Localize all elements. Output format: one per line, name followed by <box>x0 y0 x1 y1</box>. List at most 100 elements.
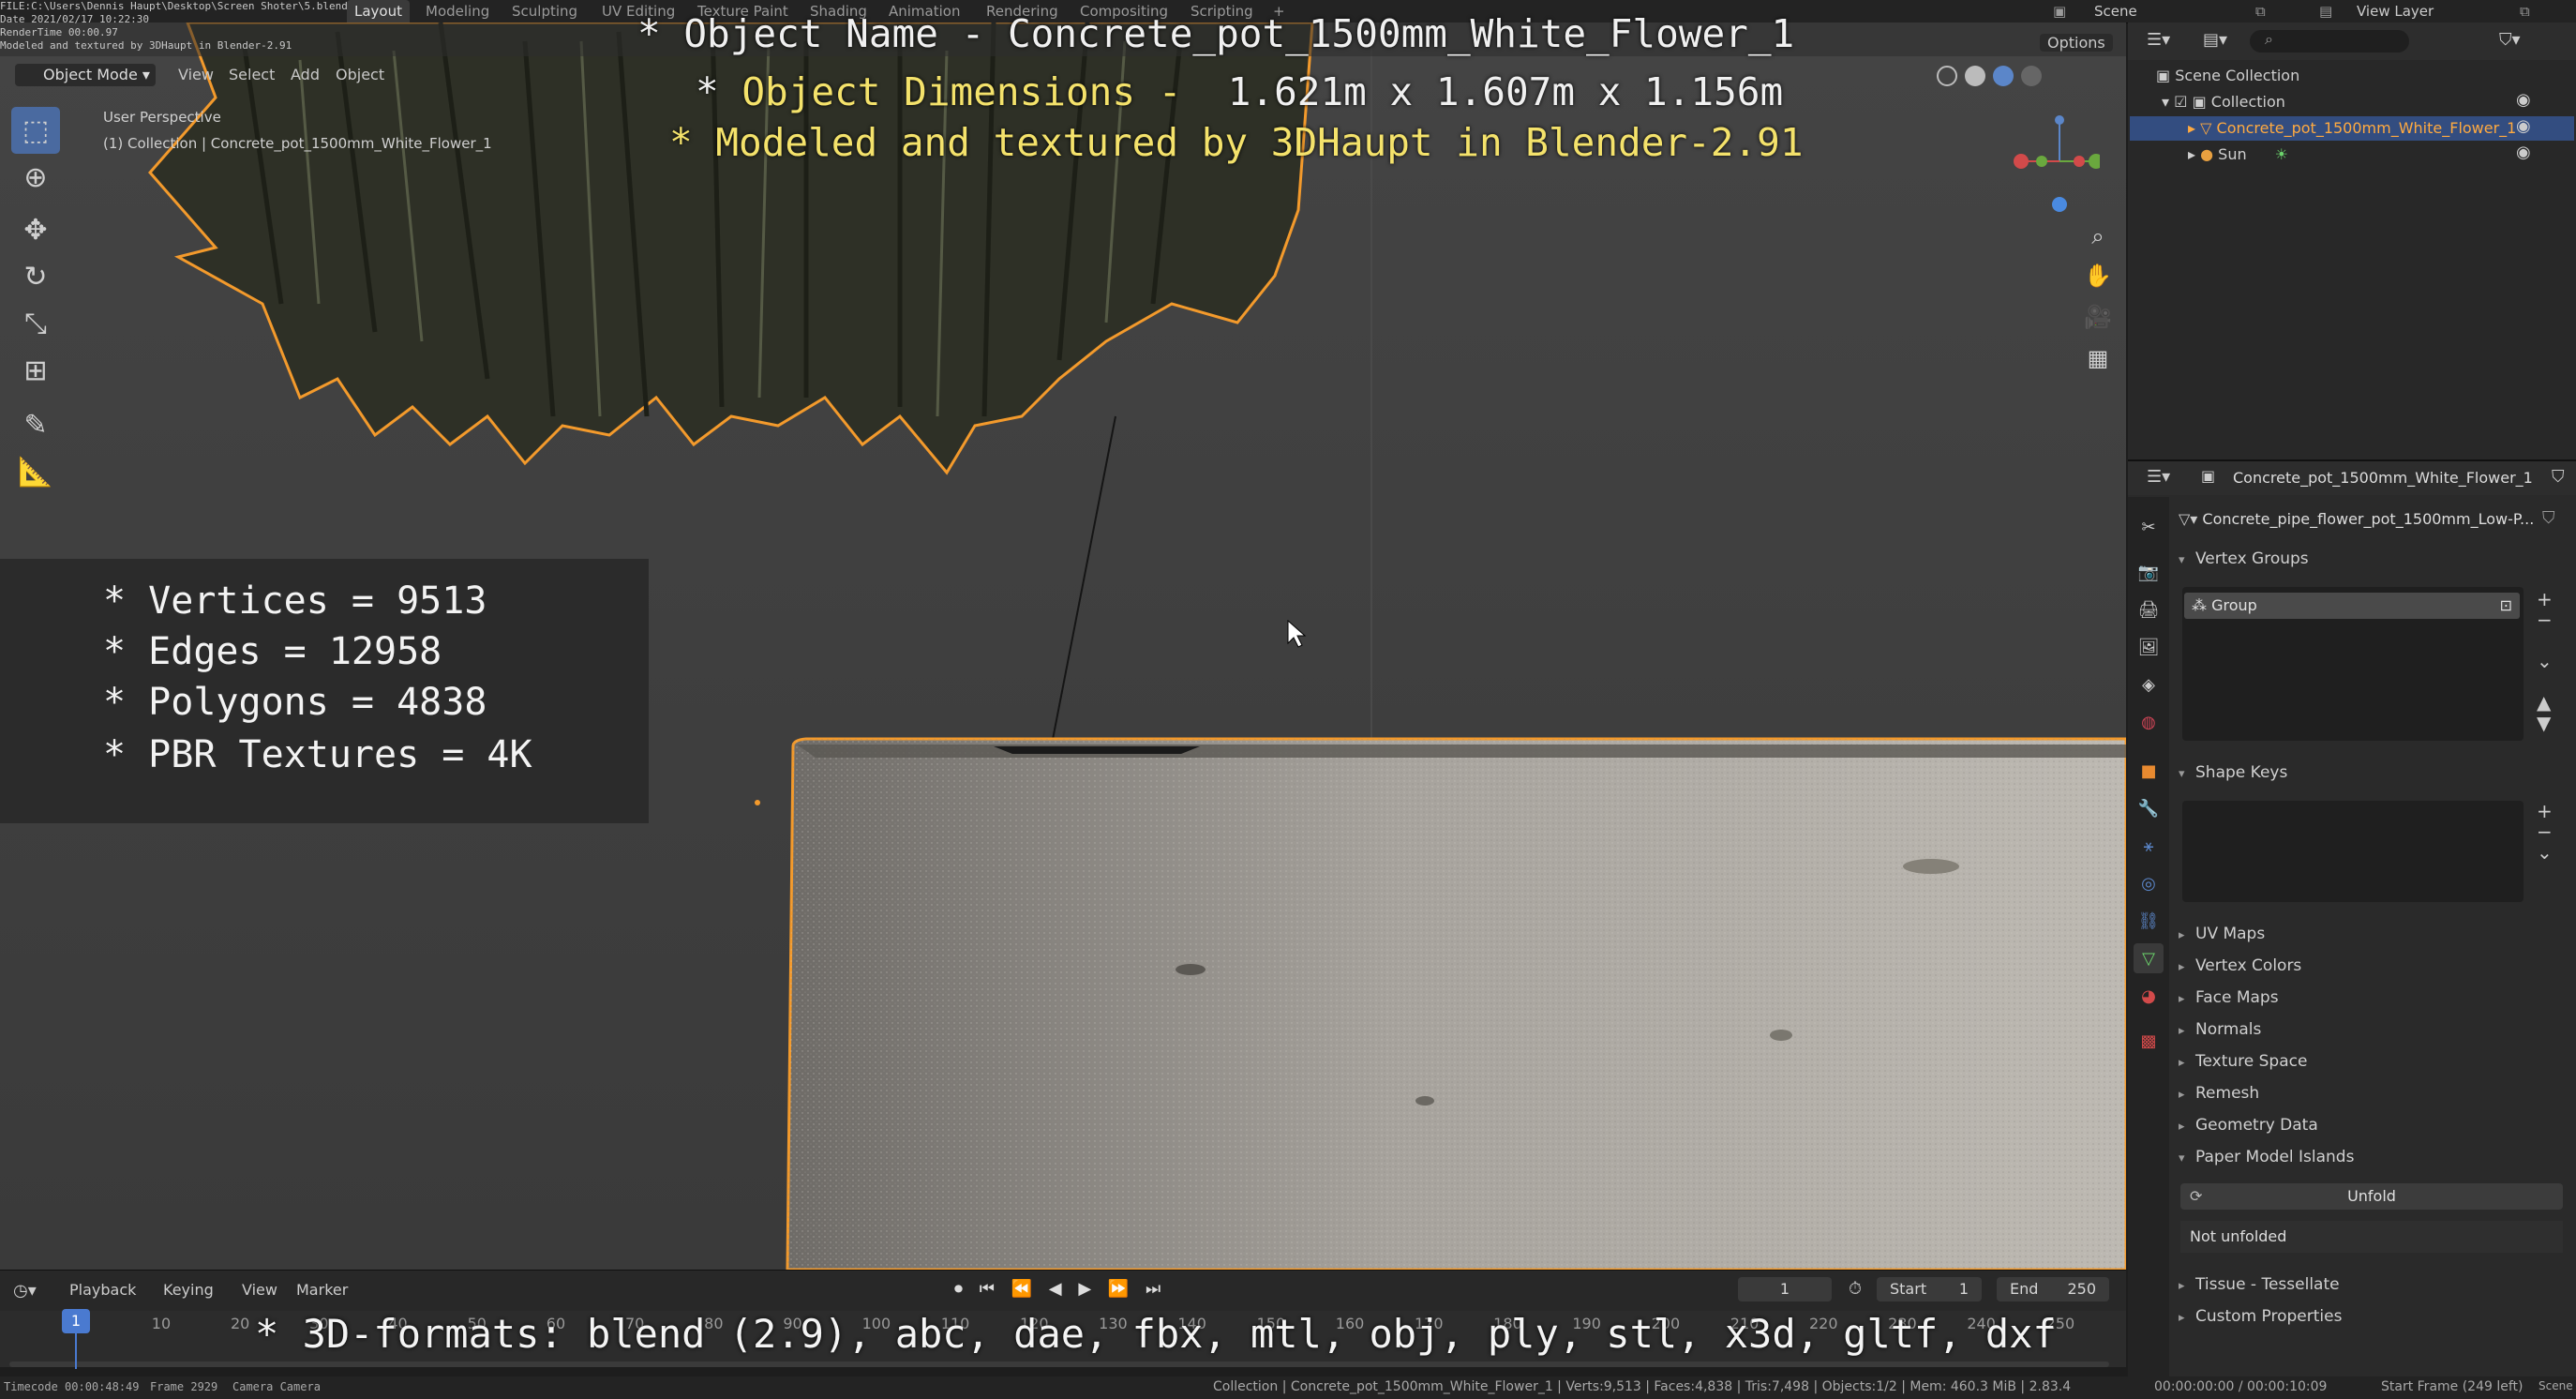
uv-maps-panel[interactable]: ▸ UV Maps <box>2179 925 2265 943</box>
face-maps-panel[interactable]: ▸ Face Maps <box>2179 988 2279 1007</box>
menu-playback[interactable]: Playback <box>69 1281 136 1299</box>
vertex-group-item[interactable]: ⁂ Group ⊡ <box>2184 593 2520 619</box>
properties-object-name: Concrete_pot_1500mm_White_Flower_1 <box>2233 469 2533 487</box>
solid-shading-icon[interactable] <box>1965 66 1985 86</box>
output-tab-icon[interactable]: 🖨 <box>2134 594 2164 624</box>
pan-hand-icon[interactable]: ✋ <box>2079 257 2117 294</box>
vertex-groups-panel[interactable]: ▾ Vertex Groups <box>2179 549 2309 568</box>
shape-keys-panel[interactable]: ▾ Shape Keys <box>2179 763 2287 782</box>
cursor-tool-icon[interactable]: ⊕ <box>11 154 60 201</box>
fake-user-icon[interactable]: ⛉ <box>2542 508 2555 528</box>
collection-checkbox[interactable]: ☑ <box>2174 93 2192 111</box>
vertex-colors-panel[interactable]: ▸ Vertex Colors <box>2179 956 2301 975</box>
physics-tab-icon[interactable]: ◎ <box>2134 868 2164 898</box>
end-frame-field[interactable]: End 250 <box>1997 1277 2109 1301</box>
collection-row[interactable]: ▾ ☑ ▣ Collection <box>2162 90 2285 114</box>
view-layer-tab-icon[interactable]: 🖼 <box>2134 632 2164 662</box>
normals-panel[interactable]: ▸ Normals <box>2179 1020 2261 1039</box>
material-tab-icon[interactable]: ◕ <box>2134 981 2164 1011</box>
outliner-editor-icon[interactable]: ☰▾ <box>2147 30 2170 50</box>
start-frame-field[interactable]: Start 1 <box>1877 1277 1982 1301</box>
object-row[interactable]: ▸ ▽ Concrete_pot_1500mm_White_Flower_1 <box>2188 116 2516 141</box>
menu-keying[interactable]: Keying <box>163 1281 214 1299</box>
select-box-tool-icon[interactable]: ⬚ <box>11 107 60 154</box>
view-layer-name[interactable]: View Layer <box>2349 0 2441 23</box>
constraints-tab-icon[interactable]: ⛓ <box>2134 906 2164 936</box>
menu-view[interactable]: View <box>178 66 214 83</box>
visibility-eye-icon[interactable]: ◉ <box>2516 90 2531 110</box>
tool-tab-icon[interactable]: ✂ <box>2134 512 2164 542</box>
wireframe-shading-icon[interactable] <box>1937 66 1957 86</box>
menu-timeline-view[interactable]: View <box>242 1281 277 1299</box>
tissue-panel[interactable]: ▸ Tissue - Tessellate <box>2179 1275 2340 1294</box>
expand-icon[interactable]: ▸ <box>2188 119 2200 137</box>
view-layer-icon[interactable]: ▤ <box>2312 0 2340 23</box>
playhead[interactable]: 1 <box>62 1309 90 1333</box>
custom-properties-panel[interactable]: ▸ Custom Properties <box>2179 1307 2342 1326</box>
render-tab-icon[interactable]: 📷 <box>2134 557 2164 587</box>
visibility-eye-icon[interactable]: ◉ <box>2516 116 2531 136</box>
view-layer-new-icon[interactable]: ⧉ <box>2512 0 2538 23</box>
object-tab-icon[interactable]: ■ <box>2134 756 2164 786</box>
editor-type-icon[interactable]: ◷▾ <box>13 1281 37 1301</box>
mesh-data-tab-icon[interactable]: ▽ <box>2134 943 2164 973</box>
shape-key-side-buttons[interactable]: + − ⌄ <box>2537 801 2553 863</box>
unfold-button[interactable]: ⟳ Unfold <box>2180 1183 2563 1210</box>
filter-icon[interactable]: ⛉▾ <box>2499 30 2521 50</box>
material-preview-icon[interactable] <box>1993 66 2014 86</box>
paper-model-panel[interactable]: ▾ Paper Model Islands <box>2179 1148 2354 1166</box>
annotate-tool-icon[interactable]: ✎ <box>11 401 60 448</box>
scene-name[interactable]: Scene <box>2087 0 2145 23</box>
tab-layout[interactable]: Layout <box>347 0 410 23</box>
navigation-gizmo[interactable] <box>2006 103 2100 216</box>
display-mode-icon[interactable]: ▤▾ <box>2203 30 2227 50</box>
playback-controls[interactable]: ⏺ ⏮ ⏪ ◀ ▶ ⏩ ⏭ <box>954 1279 1166 1299</box>
scale-tool-icon[interactable]: ⤡ <box>11 300 60 347</box>
menu-object[interactable]: Object <box>336 66 384 83</box>
ortho-grid-icon[interactable]: ▦ <box>2079 339 2117 377</box>
tab-modeling[interactable]: Modeling <box>418 0 497 23</box>
mesh-datablock-field[interactable]: ▽▾ Concrete_pipe_flower_pot_1500mm_Low-P… <box>2179 506 2544 533</box>
shape-keys-list[interactable] <box>2182 801 2524 902</box>
object-mode-select[interactable]: Object Mode ▾ <box>15 64 156 86</box>
texture-tab-icon[interactable]: ▩ <box>2134 1026 2164 1056</box>
zoom-icon[interactable]: ⌕ <box>2079 218 2117 255</box>
visibility-eye-icon[interactable]: ◉ <box>2516 143 2531 162</box>
playhead-line <box>75 1331 77 1369</box>
particles-tab-icon[interactable]: ⚹ <box>2134 831 2164 861</box>
expand-icon[interactable]: ▾ <box>2162 93 2174 111</box>
preview-range-icon[interactable]: ⏱ <box>1849 1279 1862 1299</box>
timeline-tick: 10 <box>151 1315 172 1332</box>
geometry-data-panel[interactable]: ▸ Geometry Data <box>2179 1116 2318 1135</box>
outliner-search-field[interactable]: ⌕ <box>2250 30 2409 53</box>
menu-select[interactable]: Select <box>229 66 275 83</box>
mesh-name: Concrete_pipe_flower_pot_1500mm_Low-P... <box>2202 510 2535 528</box>
tab-sculpting[interactable]: Sculpting <box>504 0 585 23</box>
sun-row[interactable]: ▸ ● Sun ☀ <box>2188 143 2288 167</box>
properties-editor-icon[interactable]: ☰▾ <box>2147 467 2170 487</box>
scene-new-icon[interactable]: ⧉ <box>2248 0 2273 23</box>
scene-icon[interactable]: ▣ <box>2045 0 2074 23</box>
expand-icon[interactable]: ▸ <box>2188 145 2200 163</box>
filter-icon[interactable]: ⛉ <box>2552 467 2565 487</box>
current-frame-field[interactable]: 1 <box>1738 1277 1832 1301</box>
move-tool-icon[interactable]: ✥ <box>11 206 60 253</box>
world-tab-icon[interactable]: ◍ <box>2134 707 2164 737</box>
lock-icon[interactable]: ⊡ <box>2500 593 2512 619</box>
measure-tool-icon[interactable]: 📐 <box>11 448 60 495</box>
vertex-group-label: Group <box>2211 596 2257 614</box>
vertex-group-side-buttons[interactable]: + − ⌄ ▲ ▼ <box>2537 589 2553 733</box>
menu-marker[interactable]: Marker <box>296 1281 348 1299</box>
scene-tab-icon[interactable]: ◈ <box>2134 669 2164 700</box>
menu-add[interactable]: Add <box>291 66 320 83</box>
timeline-scrollbar[interactable] <box>9 1361 2109 1367</box>
modifier-tab-icon[interactable]: 🔧 <box>2134 793 2164 823</box>
camera-view-icon[interactable]: 🎥 <box>2079 298 2117 336</box>
rendered-shading-icon[interactable] <box>2021 66 2042 86</box>
texture-space-panel[interactable]: ▸ Texture Space <box>2179 1052 2307 1071</box>
scene-collection-row[interactable]: ▣ Scene Collection <box>2156 64 2299 88</box>
options-menu[interactable]: Options <box>2040 34 2113 52</box>
remesh-panel[interactable]: ▸ Remesh <box>2179 1084 2259 1103</box>
transform-tool-icon[interactable]: ⊞ <box>11 347 60 394</box>
rotate-tool-icon[interactable]: ↻ <box>11 253 60 300</box>
